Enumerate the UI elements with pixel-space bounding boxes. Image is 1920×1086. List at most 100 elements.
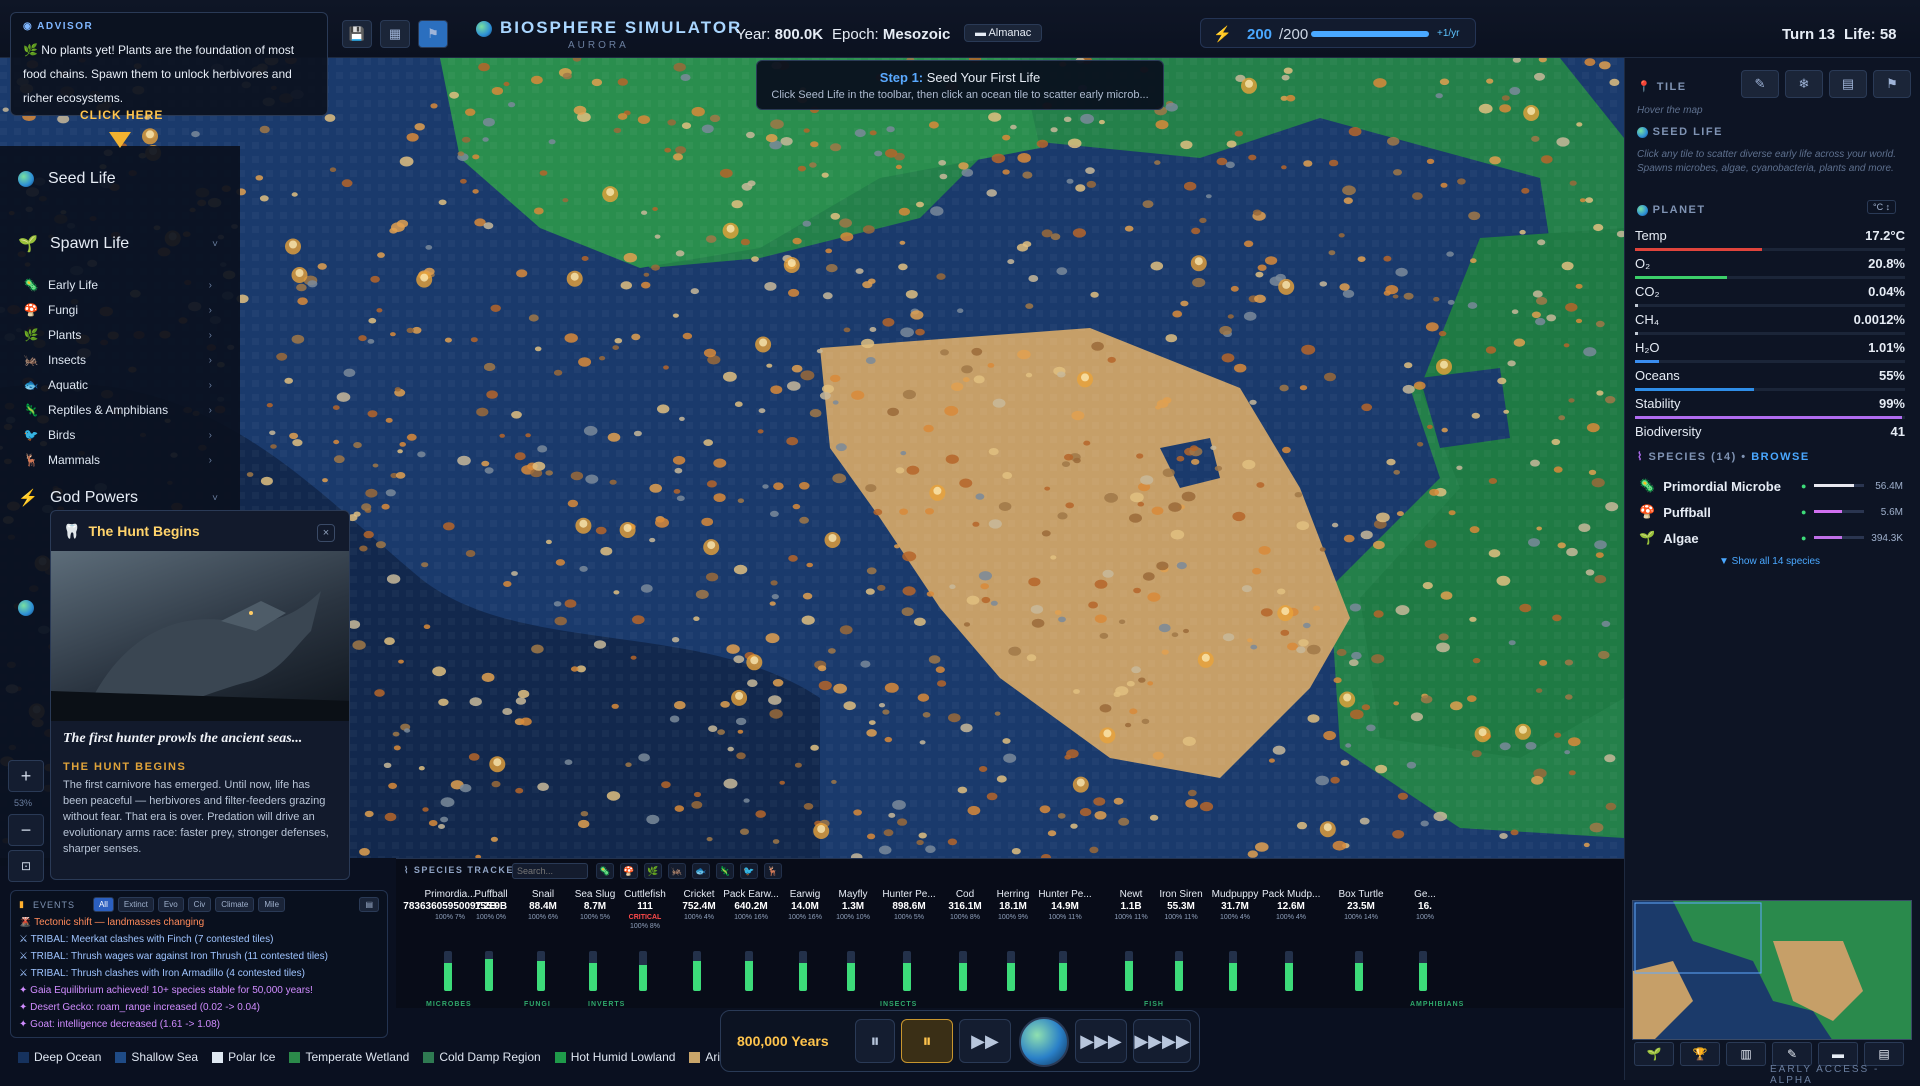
- spawn-life-button[interactable]: 🌱 Spawn Life ˅: [18, 234, 228, 254]
- category-label: Aquatic: [48, 378, 89, 392]
- tracker-species[interactable]: Mayfly 1.3M 100% 10%: [824, 889, 882, 991]
- population-bar: [1229, 951, 1237, 991]
- species-name: Iron Siren: [1159, 889, 1203, 900]
- scroll-icon[interactable]: ▤: [1829, 70, 1867, 98]
- species-count: 88.4M: [529, 901, 557, 912]
- fast-forward-icon[interactable]: ▶▶: [959, 1019, 1011, 1063]
- category-reptiles-amphibians[interactable]: 🦎 Reptiles & Amphibians ›: [22, 403, 222, 417]
- flag-icon[interactable]: ⚑: [418, 20, 448, 48]
- population-bar: [1007, 951, 1015, 991]
- pause-button-active[interactable]: ⏸: [901, 1019, 953, 1063]
- energy-meter: ⚡ 200 /200 +1/yr: [1200, 18, 1476, 48]
- flag-icon[interactable]: ⚑: [1873, 70, 1911, 98]
- population-bar: [959, 951, 967, 991]
- tracker-filter-icon[interactable]: 🦠: [596, 863, 614, 879]
- brush-icon[interactable]: ✎: [1772, 1042, 1812, 1066]
- planet-header: PLANET: [1637, 204, 1706, 216]
- minimap[interactable]: [1632, 900, 1912, 1040]
- species-row[interactable]: 🌱 Algae ● 394.3K: [1639, 530, 1909, 546]
- fastest-icon[interactable]: ▶▶▶▶: [1133, 1019, 1191, 1063]
- show-all-species-link[interactable]: ▼ Show all 14 species: [1719, 556, 1820, 567]
- category-mammals[interactable]: 🦌 Mammals ›: [22, 453, 222, 467]
- category-insects[interactable]: 🦗 Insects ›: [22, 353, 222, 367]
- save-icon[interactable]: 💾: [342, 20, 372, 48]
- event-filter-civ[interactable]: Civ: [187, 897, 212, 912]
- pause-icon[interactable]: ⏸: [855, 1019, 895, 1063]
- snowflake-icon[interactable]: ❄: [1785, 70, 1823, 98]
- tracker-species[interactable]: Pack Mudp... 12.6M 100% 4%: [1262, 889, 1320, 991]
- tracker-filter-icon[interactable]: 🍄: [620, 863, 638, 879]
- event-filter-evo[interactable]: Evo: [157, 897, 184, 912]
- legend-item: Hot Humid Lowland: [554, 1050, 675, 1064]
- category-plants[interactable]: 🌿 Plants ›: [22, 328, 222, 342]
- population-bar: [903, 951, 911, 991]
- species-count: 111: [637, 901, 653, 912]
- lightning-icon: ⚡: [1213, 26, 1232, 43]
- god-powers-button[interactable]: ⚡ God Powers ˅: [18, 488, 228, 508]
- tracker-filter-icon[interactable]: 🦎: [716, 863, 734, 879]
- stat-6: Stability 99%: [1635, 396, 1911, 419]
- species-pct: 100%: [1416, 914, 1434, 921]
- species-row[interactable]: 🍄 Puffball ● 5.6M: [1639, 504, 1909, 520]
- tracker-filter-icon[interactable]: 🦗: [668, 863, 686, 879]
- species-count: 640.2M: [734, 901, 768, 912]
- seed-hint: Click any tile to scatter diverse early …: [1637, 149, 1896, 174]
- planet-view-icon[interactable]: [18, 600, 34, 616]
- globe-icon: [476, 21, 492, 37]
- category-aquatic[interactable]: 🐟 Aquatic ›: [22, 378, 222, 392]
- tutorial-step: Step 1: Seed Your First Life Click Seed …: [756, 60, 1164, 110]
- tracker-species[interactable]: Box Turtle 23.5M 100% 14%: [1332, 889, 1390, 991]
- event-filter-extinct[interactable]: Extinct: [117, 897, 154, 912]
- tracker-species[interactable]: Snail 88.4M 100% 6%: [514, 889, 572, 991]
- species-search-input[interactable]: [512, 863, 588, 879]
- tracker-species[interactable]: Puffball 155.9B 100% 0%: [462, 889, 520, 991]
- tracker-species[interactable]: Cuttlefish 111 CRITICAL 100% 8%: [616, 889, 674, 991]
- brush-icon[interactable]: ✎: [1741, 70, 1779, 98]
- category-fungi[interactable]: 🍄 Fungi ›: [22, 303, 222, 317]
- population-bar: [745, 951, 753, 991]
- book-icon[interactable]: ▬: [1818, 1042, 1858, 1066]
- event-filter-mile[interactable]: Mile: [258, 897, 286, 912]
- category-early-life[interactable]: 🦠 Early Life ›: [22, 278, 222, 292]
- book-icon[interactable]: ▦: [380, 20, 410, 48]
- scroll-icon[interactable]: ▤: [1864, 1042, 1904, 1066]
- almanac-button[interactable]: ▬ Almanac: [964, 24, 1043, 42]
- species-pct: 100% 6%: [528, 914, 558, 921]
- dna-icon: ⌇: [404, 865, 410, 875]
- close-icon[interactable]: ×: [317, 524, 335, 542]
- tracker-species[interactable]: Herring 18.1M 100% 9%: [984, 889, 1042, 991]
- unit-toggle[interactable]: °C ↕: [1867, 200, 1897, 214]
- event-filter-all[interactable]: All: [92, 897, 114, 912]
- lightning-icon: ⚡: [18, 490, 38, 507]
- tracker-species[interactable]: Hunter Pe... 14.9M 100% 11%: [1036, 889, 1094, 991]
- zoom-in-button[interactable]: +: [8, 760, 44, 792]
- tracker-species[interactable]: Hunter Pe... 898.6M 100% 5%: [880, 889, 938, 991]
- event-filter-climate[interactable]: Climate: [215, 897, 255, 912]
- tracker-species[interactable]: Pack Earw... 640.2M 100% 16%: [722, 889, 780, 991]
- tracker-species[interactable]: Cricket 752.4M 100% 4%: [670, 889, 728, 991]
- tracker-species[interactable]: Ge... 16. 100%: [1396, 889, 1454, 991]
- tracker-species[interactable]: Mudpuppy 31.7M 100% 4%: [1206, 889, 1264, 991]
- chart-icon[interactable]: ▥: [1726, 1042, 1766, 1066]
- tracker-filter-icon[interactable]: 🐦: [740, 863, 758, 879]
- browse-link[interactable]: BROWSE: [1751, 451, 1810, 463]
- category-icon: 🐟: [23, 378, 39, 392]
- tracker-filter-icon[interactable]: 🌿: [644, 863, 662, 879]
- clipboard-icon[interactable]: ▤: [359, 897, 379, 912]
- category-icon: 🌿: [23, 328, 39, 342]
- seed-life-button[interactable]: Seed Life: [18, 170, 228, 188]
- tracker-species[interactable]: Iron Siren 55.3M 100% 11%: [1152, 889, 1210, 991]
- sprout-icon[interactable]: 🌱: [1634, 1042, 1674, 1066]
- zoom-out-button[interactable]: −: [8, 814, 44, 846]
- category-label: Early Life: [48, 278, 99, 292]
- population-bar: [1059, 951, 1067, 991]
- planet-button[interactable]: [1019, 1017, 1069, 1067]
- tracker-filter-icon[interactable]: 🦌: [764, 863, 782, 879]
- species-row[interactable]: 🦠 Primordial Microbe ● 56.4M: [1639, 478, 1909, 494]
- stat-7: Biodiversity 41: [1635, 424, 1905, 439]
- category-birds[interactable]: 🐦 Birds ›: [22, 428, 222, 442]
- faster-icon[interactable]: ▶▶▶: [1075, 1019, 1127, 1063]
- fit-view-button[interactable]: ⊡: [8, 850, 44, 882]
- tracker-filter-icon[interactable]: 🐟: [692, 863, 710, 879]
- trophy-icon[interactable]: 🏆: [1680, 1042, 1720, 1066]
